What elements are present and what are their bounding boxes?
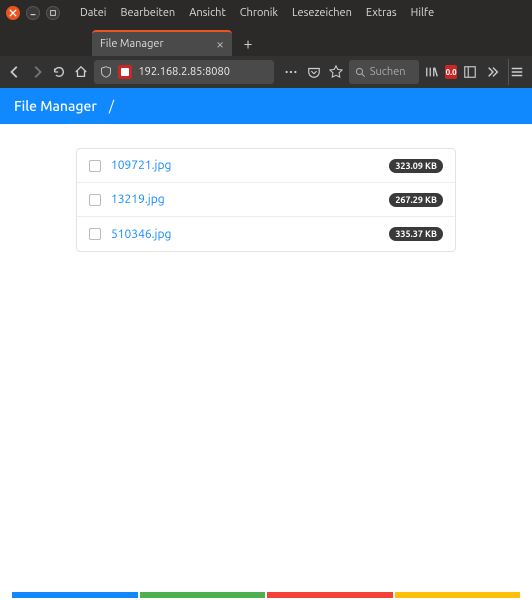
url-text: 192.168.2.85:8080 <box>138 66 229 78</box>
app-menubar: Datei Bearbeiten Ansicht Chronik Lesezei… <box>80 7 434 19</box>
menu-bearbeiten[interactable]: Bearbeiten <box>120 7 175 19</box>
search-icon <box>355 67 366 78</box>
menu-extras[interactable]: Extras <box>366 7 397 19</box>
hamburger-icon <box>510 65 524 79</box>
sidebar-icon <box>463 65 477 79</box>
file-row[interactable]: 109721.jpg 323.09 KB <box>77 149 455 183</box>
reader-pocket-button[interactable] <box>305 59 323 85</box>
site-favicon <box>118 65 132 79</box>
nav-forward-button[interactable] <box>28 59 46 85</box>
tab-title: File Manager <box>100 38 164 50</box>
file-list: 109721.jpg 323.09 KB 13219.jpg 267.29 KB… <box>76 148 456 252</box>
file-size-badge: 267.29 KB <box>389 193 443 207</box>
dots-icon <box>284 65 298 79</box>
file-row[interactable]: 510346.jpg 335.37 KB <box>77 217 455 251</box>
star-icon <box>329 65 343 79</box>
page-header: File Manager / <box>0 88 532 124</box>
file-size-badge: 323.09 KB <box>389 159 443 173</box>
bookmark-star-button[interactable] <box>327 59 345 85</box>
window-close-button[interactable] <box>6 6 20 20</box>
arrow-right-icon <box>30 65 44 79</box>
page-title: File Manager <box>14 98 97 114</box>
page-actions-button[interactable] <box>282 59 300 85</box>
overflow-button[interactable] <box>484 59 502 85</box>
app-menu-button[interactable] <box>508 59 526 85</box>
file-row[interactable]: 13219.jpg 267.29 KB <box>77 183 455 217</box>
page-content: 109721.jpg 323.09 KB 13219.jpg 267.29 KB… <box>0 124 532 592</box>
nav-home-button[interactable] <box>72 59 90 85</box>
file-checkbox[interactable] <box>89 228 101 240</box>
library-icon <box>425 65 439 79</box>
pocket-icon <box>307 65 321 79</box>
search-bar[interactable]: Suchen <box>349 60 419 84</box>
nav-back-button[interactable] <box>6 59 24 85</box>
window-minimize-button[interactable] <box>26 6 40 20</box>
file-size-badge: 335.37 KB <box>389 227 443 241</box>
file-checkbox[interactable] <box>89 194 101 206</box>
file-name-link[interactable]: 109721.jpg <box>111 159 171 172</box>
window-maximize-button[interactable] <box>46 6 60 20</box>
bottom-color-bar <box>12 592 520 598</box>
menu-chronik[interactable]: Chronik <box>240 7 278 19</box>
menu-ansicht[interactable]: Ansicht <box>189 7 226 19</box>
file-name-link[interactable]: 13219.jpg <box>111 193 165 206</box>
file-checkbox[interactable] <box>89 160 101 172</box>
search-placeholder: Suchen <box>370 66 406 78</box>
menu-hilfe[interactable]: Hilfe <box>411 7 434 19</box>
home-icon <box>74 65 88 79</box>
url-bar[interactable]: 192.168.2.85:8080 <box>94 60 274 84</box>
tab-close-button[interactable]: × <box>216 36 224 52</box>
window-titlebar: Datei Bearbeiten Ansicht Chronik Lesezei… <box>0 0 532 26</box>
menu-datei[interactable]: Datei <box>80 7 106 19</box>
library-button[interactable] <box>423 59 441 85</box>
browser-navbar: 192.168.2.85:8080 Suchen 0.0 <box>0 56 532 88</box>
maximize-icon <box>49 9 57 17</box>
shield-icon <box>100 66 112 78</box>
extension-badge[interactable]: 0.0 <box>445 65 458 79</box>
file-name-link[interactable]: 510346.jpg <box>111 228 171 241</box>
browser-tabstrip: File Manager × + <box>0 26 532 56</box>
minimize-icon <box>29 9 37 17</box>
chevron-double-right-icon <box>486 65 500 79</box>
reload-icon <box>52 65 66 79</box>
nav-reload-button[interactable] <box>50 59 68 85</box>
browser-tab[interactable]: File Manager × <box>92 30 232 56</box>
menu-lesezeichen[interactable]: Lesezeichen <box>292 7 352 19</box>
arrow-left-icon <box>8 65 22 79</box>
close-icon <box>9 9 17 17</box>
new-tab-button[interactable]: + <box>236 32 260 56</box>
breadcrumb-root[interactable]: / <box>109 98 114 114</box>
sidebar-button[interactable] <box>461 59 479 85</box>
